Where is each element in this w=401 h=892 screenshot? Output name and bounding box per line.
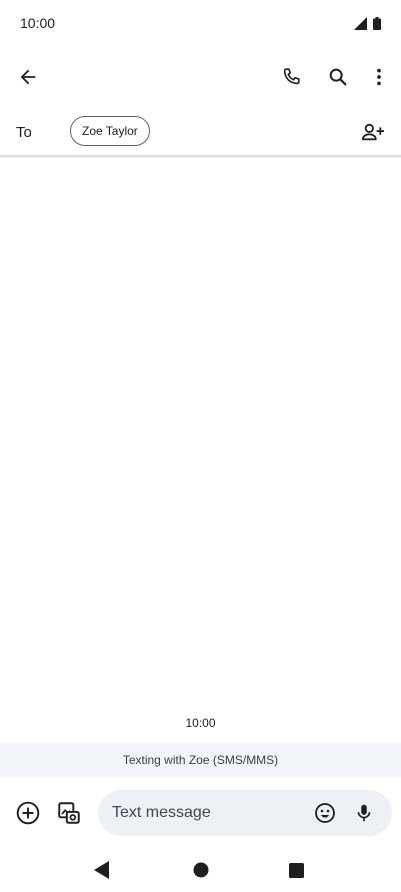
emoji-button[interactable]: [307, 795, 343, 831]
conversation-area[interactable]: [0, 158, 401, 743]
nav-home-button[interactable]: [183, 852, 219, 888]
mic-icon: [357, 804, 371, 822]
gallery-button[interactable]: [51, 795, 87, 831]
nav-recents-icon: [288, 862, 304, 878]
messages-screen: 10:00 To Zoe Taylor 10:00 Texting with Z…: [0, 0, 401, 892]
to-label: To: [16, 123, 32, 141]
more-vert-icon: [377, 68, 381, 86]
voice-input-button[interactable]: [346, 795, 382, 831]
recipient-chip-label: Zoe Taylor: [82, 124, 138, 138]
status-icons: [354, 16, 381, 30]
texting-mode-banner: Texting with Zoe (SMS/MMS): [0, 743, 401, 777]
attach-button[interactable]: [10, 795, 46, 831]
message-input[interactable]: [112, 790, 302, 836]
texting-mode-label: Texting with Zoe (SMS/MMS): [122, 753, 279, 767]
search-button[interactable]: [320, 59, 356, 95]
add-circle-icon: [16, 801, 40, 825]
nav-back-icon: [94, 861, 109, 879]
arrow-back-icon: [20, 69, 36, 85]
message-timestamp: 10:00: [185, 716, 216, 730]
signal-icon: [354, 16, 367, 30]
status-time: 10:00: [20, 15, 56, 31]
recipient-row: To Zoe Taylor: [0, 108, 401, 156]
nav-recents-button[interactable]: [278, 852, 314, 888]
recipient-chip[interactable]: Zoe Taylor: [70, 116, 150, 146]
gallery-icon: [58, 802, 80, 824]
system-nav-bar: [0, 848, 401, 892]
back-button[interactable]: [10, 59, 46, 95]
search-icon: [329, 68, 347, 86]
status-bar: 10:00: [0, 0, 401, 46]
add-recipient-button[interactable]: [355, 114, 391, 150]
phone-icon: [283, 68, 300, 85]
more-options-button[interactable]: [361, 59, 397, 95]
top-app-bar: [0, 54, 401, 100]
battery-icon: [373, 16, 381, 30]
nav-back-button[interactable]: [84, 852, 120, 888]
call-button[interactable]: [273, 59, 309, 95]
nav-home-icon: [193, 862, 209, 878]
person-add-icon: [362, 123, 384, 141]
emoji-icon: [315, 803, 335, 823]
compose-bar: [0, 789, 401, 837]
compose-field: [98, 790, 392, 836]
